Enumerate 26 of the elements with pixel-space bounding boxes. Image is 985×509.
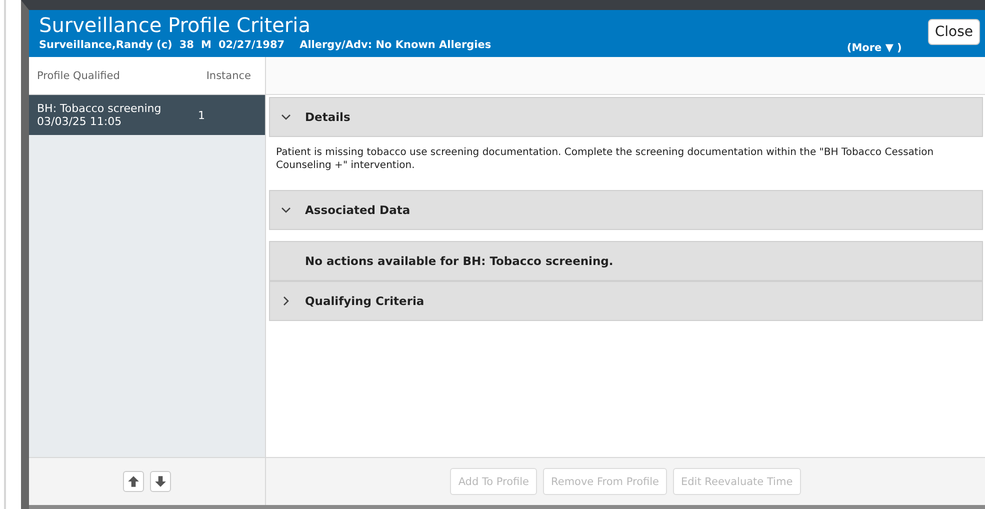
column-header: Instance: [206, 70, 251, 82]
dialog-title: Surveillance Profile Criteria: [39, 13, 312, 37]
patient-name: Surveillance,Randy (c): [39, 39, 172, 51]
no-actions-message: No actions available for BH: Tobacco screening.: [269, 241, 983, 281]
chevron-down-icon[interactable]: [281, 205, 291, 215]
section-header[interactable]: Details: [269, 97, 983, 137]
arrow-up-icon: [127, 475, 140, 488]
patient-age: 38: [179, 39, 194, 51]
column-header: Profile Qualified: [37, 70, 120, 82]
more-link[interactable]: (More ▼ ): [846, 42, 902, 54]
patient-sex: M: [200, 39, 212, 51]
profile-item[interactable]: BH: Tobacco screening 03/03/25 11:05 1: [29, 95, 265, 135]
move-up-button[interactable]: [123, 471, 144, 492]
details-text: Patient is missing tobacco use screening documentation. Complete the screening documentation within the "BH Tobacco Cessation Counseling +" intervention.: [275, 146, 935, 173]
move-down-button[interactable]: [150, 471, 171, 492]
profile-date: 03/03/25 11:05: [37, 115, 123, 128]
close-button[interactable]: Close: [928, 19, 980, 45]
section-header[interactable]: Associated Data: [269, 190, 983, 230]
chevron-right-icon[interactable]: [281, 296, 291, 306]
instance-count: 1: [198, 108, 205, 122]
chevron-down-icon[interactable]: [281, 112, 291, 122]
profile-name: BH: Tobacco screening: [37, 102, 162, 115]
arrow-down-icon: [154, 475, 167, 488]
patient-allergy: Allergy/Adv: No Known Allergies: [300, 39, 492, 51]
section-header[interactable]: Qualifying Criteria: [269, 281, 983, 321]
patient-dob: 02/27/1987: [218, 39, 285, 51]
